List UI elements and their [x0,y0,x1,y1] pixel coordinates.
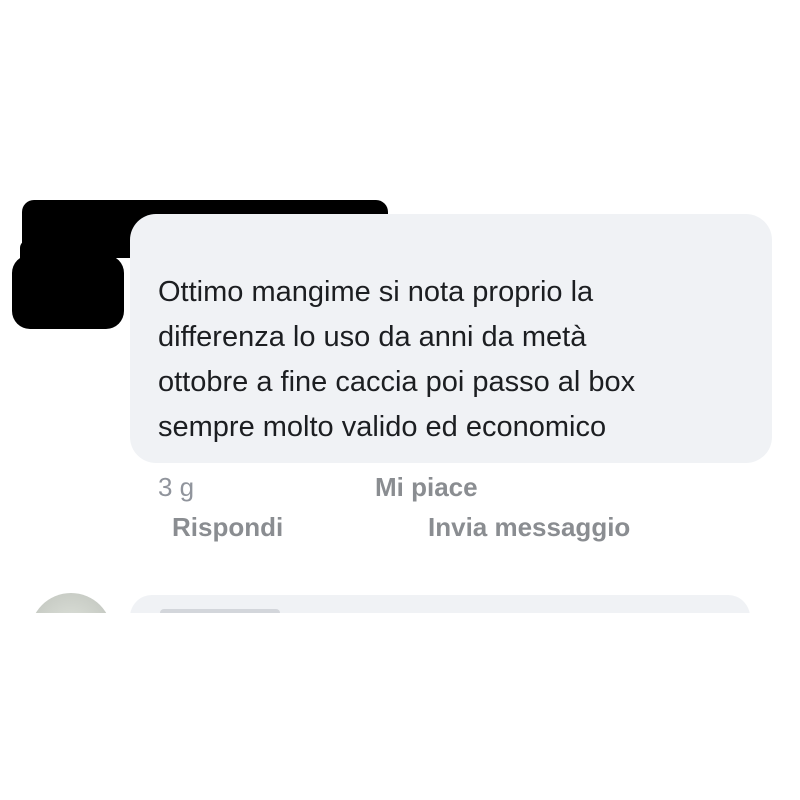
comment-text: Ottimo mangime si nota proprio la differ… [158,270,758,450]
comment-line: sempre molto valido ed economico [158,411,607,443]
reply-button[interactable]: Rispondi [172,512,283,543]
next-comment-author-placeholder [160,609,280,613]
comment-timestamp[interactable]: 3 g [158,472,194,503]
avatar[interactable] [30,593,112,613]
like-button[interactable]: Mi piace [375,472,478,503]
redacted-avatar [12,255,124,329]
comment-line: Ottimo mangime si nota proprio la [158,276,594,308]
comment-line: differenza lo uso da anni da metà [158,321,587,353]
comment-line: ottobre a fine caccia poi passo al box [158,366,636,398]
send-message-button[interactable]: Invia messaggio [428,512,630,543]
next-comment-partial [0,585,800,613]
